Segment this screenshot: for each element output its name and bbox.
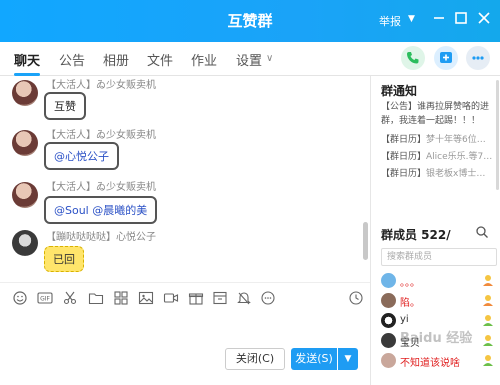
image-icon[interactable] <box>138 290 154 306</box>
more-icon[interactable] <box>260 290 276 306</box>
tab-chat[interactable]: 聊天 <box>14 50 40 69</box>
message-item: 【大活人】ゐ少女贩卖机 @心悦公子 <box>0 124 360 180</box>
window-title: 互赞群 <box>227 12 273 30</box>
avatar <box>381 293 396 308</box>
member-item[interactable]: 不知道该说啥 <box>381 352 499 370</box>
member-role-icon <box>483 315 493 326</box>
message-bubble[interactable]: 互赞 <box>44 92 86 120</box>
member-role-icon <box>483 295 493 306</box>
minimize-icon[interactable] <box>431 10 447 26</box>
message-sender: 【大活人】ゐ少女贩卖机 <box>46 182 156 193</box>
avatar <box>381 333 396 348</box>
members-title: 群成员 522/ <box>381 228 451 242</box>
tab-bar: 聊天 公告 相册 文件 作业 设置 ∨ <box>0 42 500 76</box>
avatar[interactable] <box>12 230 38 256</box>
message-item: 【蹦哒哒哒哒】心悦公子 已回 <box>0 226 360 282</box>
input-toolbar: GIF <box>0 282 370 312</box>
emoji-icon[interactable] <box>12 290 28 306</box>
send-options-chevron-icon[interactable]: ▼ <box>338 348 358 370</box>
avatar[interactable] <box>12 80 38 106</box>
tab-homework[interactable]: 作业 <box>191 50 217 69</box>
avatar <box>381 313 396 328</box>
gift-icon[interactable] <box>188 290 204 306</box>
member-name: 。。。 <box>400 278 420 289</box>
close-button[interactable]: 关闭(C) <box>225 348 285 370</box>
message-sender: 【蹦哒哒哒哒】心悦公子 <box>46 232 156 243</box>
ellipsis-icon <box>472 56 484 60</box>
search-icon[interactable] <box>475 225 489 239</box>
calendar-item[interactable]: 【群日历】梦十年等6位… <box>381 132 499 145</box>
scissors-icon[interactable] <box>62 290 78 306</box>
tab-announcement[interactable]: 公告 <box>59 50 85 69</box>
member-name: 陷。 <box>400 298 420 309</box>
folder-icon[interactable] <box>88 290 104 306</box>
video-icon[interactable] <box>163 290 179 306</box>
maximize-icon[interactable] <box>453 10 469 26</box>
member-name: yi <box>400 314 409 325</box>
send-button[interactable]: 发送(S) <box>291 348 337 370</box>
add-box-icon <box>440 52 452 63</box>
bell-icon[interactable] <box>236 290 252 306</box>
gif-icon[interactable]: GIF <box>37 290 53 306</box>
close-icon[interactable] <box>476 10 492 26</box>
message-sender: 【大活人】ゐ少女贩卖机 <box>46 80 156 91</box>
message-item: 【大活人】ゐ少女贩卖机 @Soul @晨曦的美 <box>0 176 360 232</box>
message-sender: 【大活人】ゐ少女贩卖机 <box>46 130 156 141</box>
message-input[interactable] <box>0 312 370 344</box>
tab-files[interactable]: 文件 <box>147 50 173 69</box>
tab-album[interactable]: 相册 <box>103 50 129 69</box>
inbox-icon[interactable] <box>212 290 228 306</box>
tab-settings[interactable]: 设置 <box>236 50 262 69</box>
calendar-item[interactable]: 【群日历】Alice乐乐.等7… <box>381 149 499 162</box>
calendar-item[interactable]: 【群日历】银老板x博士… <box>381 166 499 179</box>
group-notice-title: 群通知 <box>381 84 418 98</box>
message-bubble[interactable]: @Soul @晨曦的美 <box>44 196 158 224</box>
avatar[interactable] <box>12 130 38 156</box>
member-item[interactable]: 。。。 <box>381 272 499 290</box>
svg-text:GIF: GIF <box>40 296 50 303</box>
member-item[interactable]: 陷。 <box>381 292 499 310</box>
chat-message-area[interactable]: 【大活人】ゐ少女贩卖机 互赞 【大活人】ゐ少女贩卖机 @心悦公子 【大活人】ゐ少… <box>0 76 370 282</box>
avatar <box>381 353 396 368</box>
announcement-text[interactable]: 【公告】谁再拉屏赞咯的进群，我连着一起踢！！！ <box>381 100 499 128</box>
report-button[interactable]: 举报 <box>379 13 401 29</box>
more-options-button[interactable] <box>466 46 490 70</box>
history-clock-icon[interactable] <box>348 290 364 306</box>
avatar <box>381 273 396 288</box>
message-bubble[interactable]: 已回 <box>44 246 84 272</box>
phone-icon <box>407 52 419 64</box>
app-grid-icon[interactable] <box>113 290 129 306</box>
message-item: 【大活人】ゐ少女贩卖机 互赞 <box>0 76 360 130</box>
phone-call-button[interactable] <box>401 46 425 70</box>
member-name: 不知道该说啥 <box>400 358 460 369</box>
member-role-icon <box>483 275 493 286</box>
chevron-down-icon[interactable]: ∨ <box>266 53 273 64</box>
chevron-down-icon[interactable]: ▼ <box>408 14 415 24</box>
chat-scrollbar[interactable] <box>363 222 368 260</box>
avatar[interactable] <box>12 182 38 208</box>
title-bar: 互赞群 举报 ▼ <box>0 0 500 42</box>
member-role-icon <box>483 355 493 366</box>
add-app-button[interactable] <box>434 46 458 70</box>
member-role-icon <box>483 335 493 346</box>
message-bubble[interactable]: @心悦公子 <box>44 142 119 170</box>
member-search-input[interactable]: 搜索群成员 <box>381 248 497 266</box>
watermark-text: Baidu 经验 <box>400 331 473 346</box>
